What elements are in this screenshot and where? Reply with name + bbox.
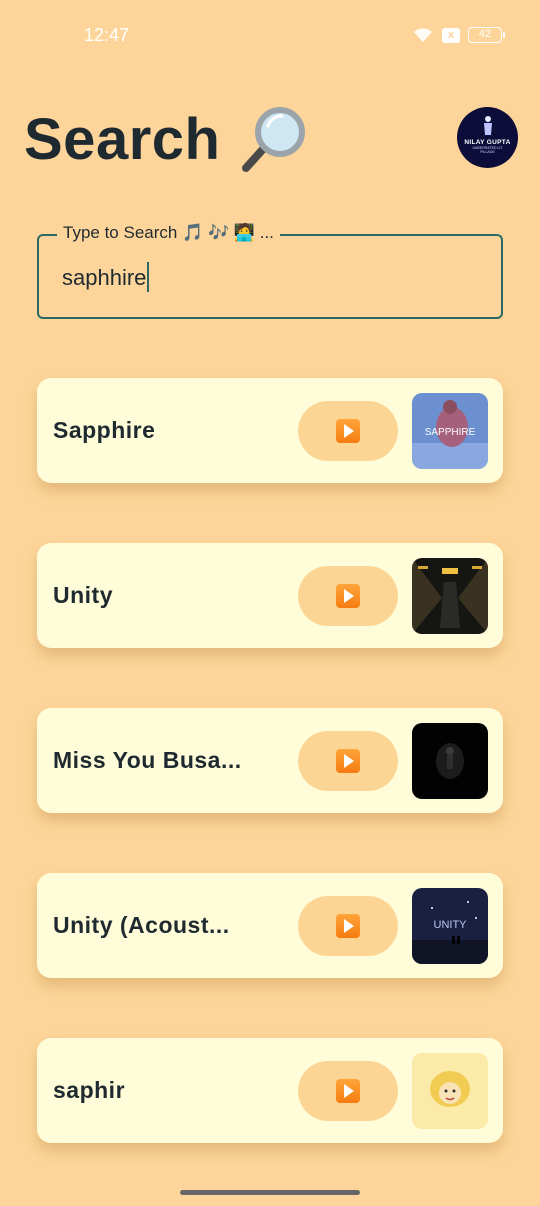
battery-icon: 42 <box>468 27 505 43</box>
status-bar: 12:47 x 42 <box>0 0 540 70</box>
home-indicator[interactable] <box>180 1190 360 1195</box>
avatar-name: NILAY GUPTA <box>464 139 511 146</box>
album-art-thumbnail: UNITY <box>412 888 488 964</box>
avatar[interactable]: NILAY GUPTA UNDERRATED LIT PILLAGE <box>457 107 518 168</box>
avatar-tagline: UNDERRATED LIT PILLAGE <box>472 146 503 154</box>
play-button[interactable] <box>298 1061 398 1121</box>
search-input[interactable]: saphhire <box>62 262 150 293</box>
album-art-thumbnail <box>412 723 488 799</box>
result-card[interactable]: saphir <box>37 1038 503 1143</box>
magnifying-glass-icon <box>238 104 308 174</box>
album-art-thumbnail: SAPPHIRE <box>412 393 488 469</box>
play-button[interactable] <box>298 731 398 791</box>
album-art-thumbnail <box>412 558 488 634</box>
play-button[interactable] <box>298 401 398 461</box>
result-card[interactable]: Miss You Busa... <box>37 708 503 813</box>
notification-badge-icon: x <box>442 27 460 43</box>
status-time: 12:47 <box>84 25 130 45</box>
wifi-icon <box>412 27 434 43</box>
result-title: Unity (Acoust... <box>53 912 230 938</box>
result-card[interactable]: Sapphire SAPPHIRE <box>37 378 503 483</box>
result-title: Miss You Busa... <box>53 747 242 773</box>
play-button-icon <box>336 914 360 938</box>
page-title: Search <box>24 104 308 174</box>
album-art-thumbnail <box>412 1053 488 1129</box>
result-title: saphir <box>53 1077 126 1103</box>
search-field[interactable]: Type to Search 🎵 🎶 🧑‍💻 ... saphhire <box>37 223 503 319</box>
result-card[interactable]: Unity <box>37 543 503 648</box>
result-card[interactable]: Unity (Acoust... UNITY <box>37 873 503 978</box>
play-button-icon <box>336 584 360 608</box>
page-title-text: Search <box>24 106 221 172</box>
play-button[interactable] <box>298 896 398 956</box>
search-input-value: saphhire <box>62 265 147 290</box>
status-icons: x 42 <box>412 27 505 43</box>
search-label: Type to Search 🎵 🎶 🧑‍💻 ... <box>57 223 280 243</box>
svg-text:UNITY: UNITY <box>434 919 468 931</box>
svg-text:SAPPHIRE: SAPPHIRE <box>425 427 476 438</box>
play-button[interactable] <box>298 566 398 626</box>
result-title: Sapphire <box>53 417 156 443</box>
result-title: Unity <box>53 582 113 608</box>
play-button-icon <box>336 1079 360 1103</box>
play-button-icon <box>336 749 360 773</box>
play-button-icon <box>336 419 360 443</box>
avatar-figure-icon <box>483 116 492 135</box>
text-caret <box>147 262 150 293</box>
